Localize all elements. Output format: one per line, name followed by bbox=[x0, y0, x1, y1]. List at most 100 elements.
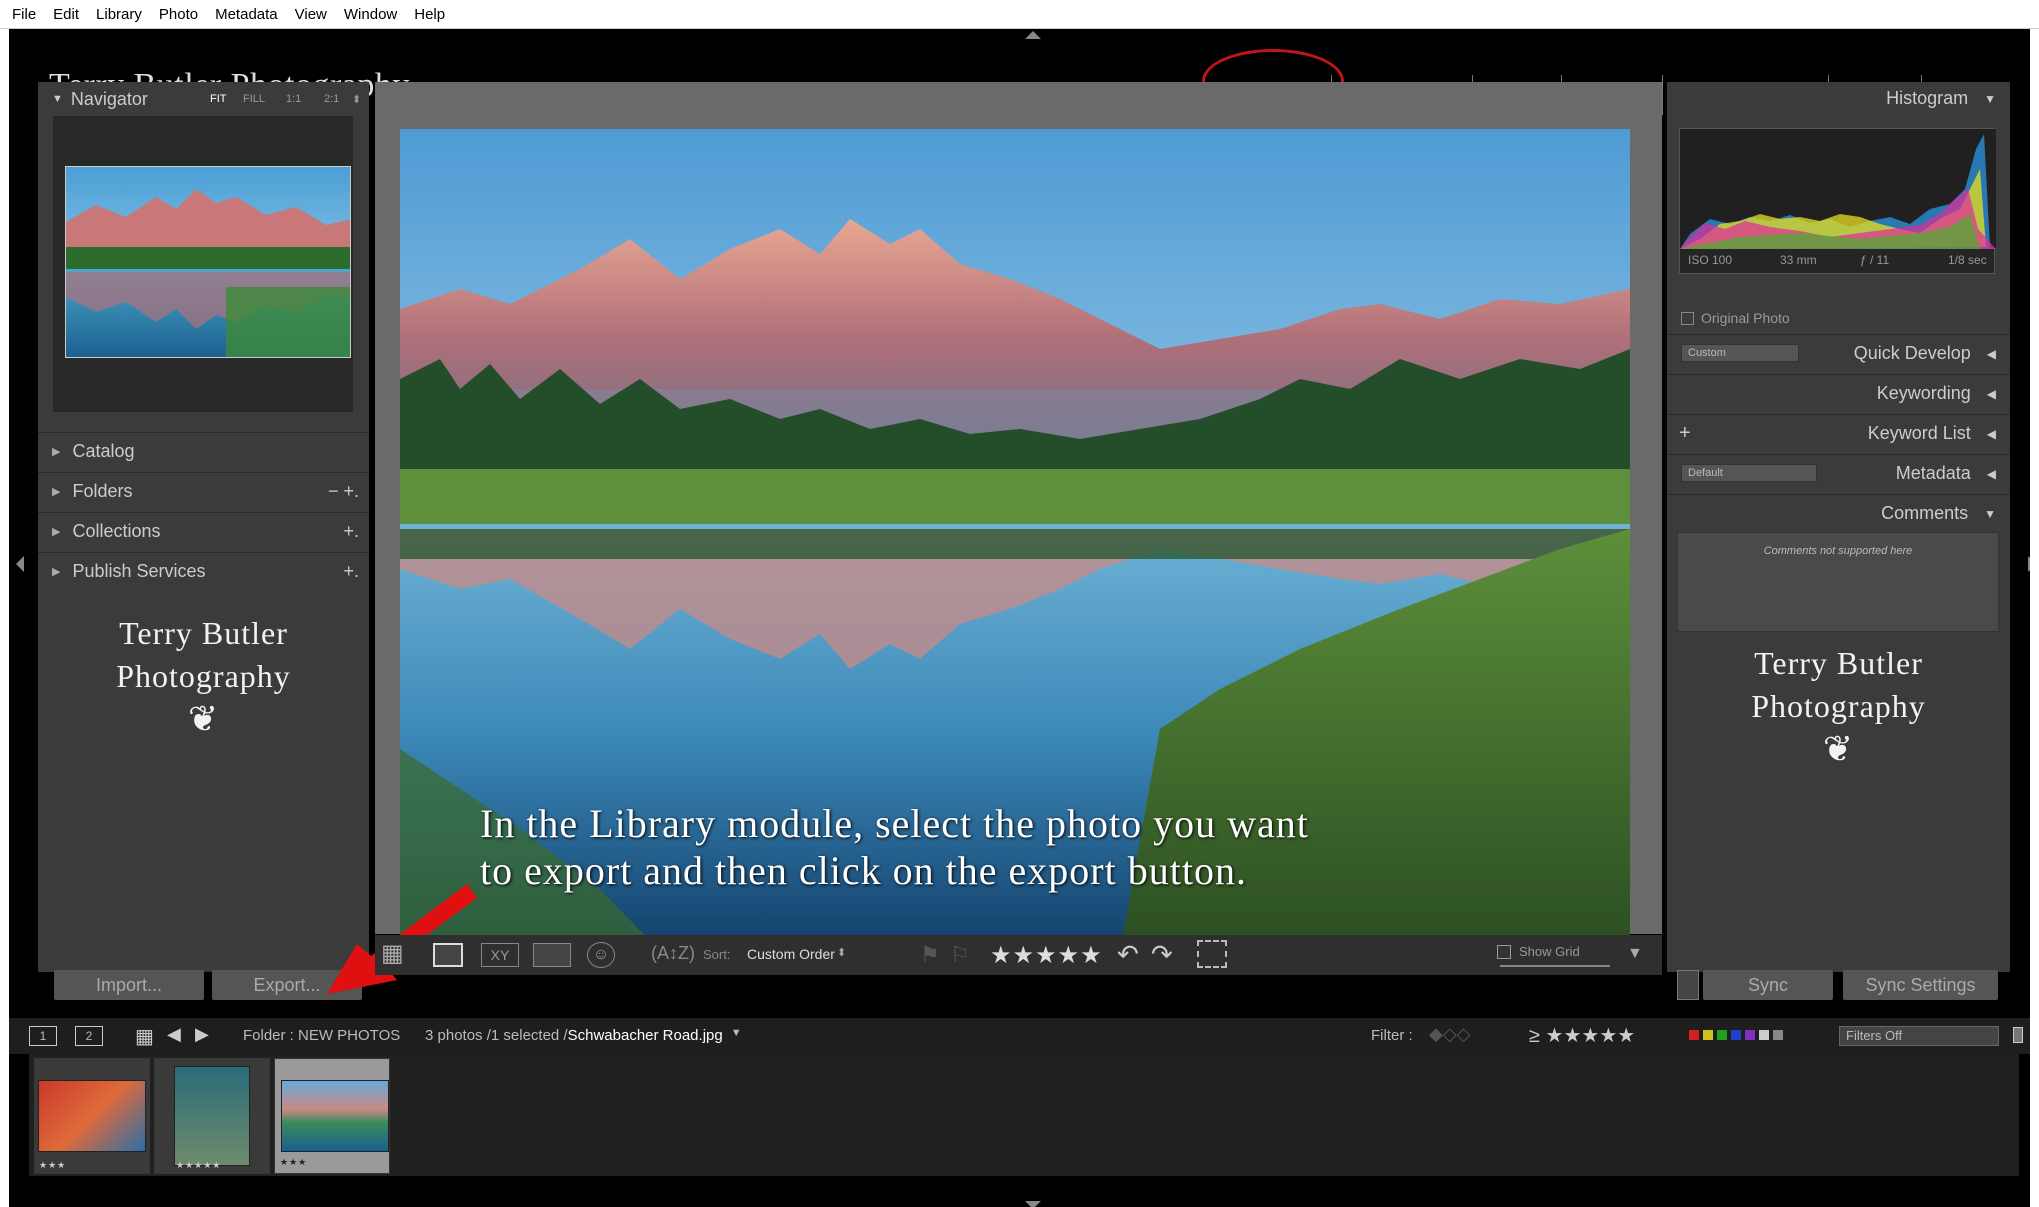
import-button[interactable]: Import... bbox=[54, 970, 204, 1000]
thumbnail-rating: ★★★ bbox=[280, 1157, 308, 1167]
navigator-thumbnail[interactable] bbox=[65, 166, 351, 358]
section-label: Catalog bbox=[72, 441, 135, 461]
grid-size-slider[interactable] bbox=[1500, 965, 1610, 967]
logo-icon: ❦ bbox=[1822, 729, 1855, 769]
menu-window[interactable]: Window bbox=[344, 6, 397, 23]
navigator-thumbnail-image bbox=[66, 167, 350, 357]
purple-label-icon[interactable] bbox=[1745, 1030, 1755, 1040]
collections-add[interactable]: +. bbox=[343, 521, 359, 542]
grid-view-icon[interactable]: ▦ bbox=[135, 1024, 154, 1049]
navigator-header[interactable]: ▼ Navigator FIT FILL 1:1 2:1 ⬍ bbox=[38, 82, 369, 116]
navigator-title: Navigator bbox=[70, 88, 148, 109]
filter-lock-icon[interactable] bbox=[2013, 1027, 2023, 1043]
keyword-list-header[interactable]: + Keyword List ◀ bbox=[1667, 414, 2010, 452]
flag-icon[interactable]: ⚑ bbox=[920, 942, 940, 968]
filmstrip-thumbnail-selected[interactable]: ★★★ bbox=[274, 1058, 390, 1174]
menu-metadata[interactable]: Metadata bbox=[215, 6, 278, 23]
thumbnail-rating: ★★★ bbox=[39, 1160, 67, 1170]
loupe-view-icon[interactable] bbox=[433, 943, 463, 967]
blue-label-icon[interactable] bbox=[1731, 1030, 1741, 1040]
watermark-line1: Terry Butler bbox=[119, 615, 288, 651]
bottom-panel-toggle-icon[interactable] bbox=[1025, 1201, 1041, 1207]
expand-left-icon: ◀ bbox=[1986, 426, 1996, 441]
caption-line2: to export and then click on the export b… bbox=[480, 848, 1247, 893]
star-rating[interactable]: ★★★★★ bbox=[990, 941, 1103, 970]
filmstrip-thumbnail[interactable]: ★★★★★ bbox=[154, 1058, 270, 1174]
library-toolbar: ▦ XY ☺ (A↕Z) Sort: Custom Order ⬍ ⚑ ⚐ ★★… bbox=[375, 935, 1662, 975]
histogram-header[interactable]: Histogram ▼ bbox=[1886, 88, 1996, 109]
menu-help[interactable]: Help bbox=[414, 6, 445, 23]
folders-actions[interactable]: − +. bbox=[328, 481, 359, 502]
right-panel-toggle-icon[interactable] bbox=[2028, 556, 2030, 572]
show-grid-label: Show Grid bbox=[1519, 944, 1580, 959]
yellow-label-icon[interactable] bbox=[1703, 1030, 1713, 1040]
selected-filename[interactable]: Schwabacher Road.jpg bbox=[568, 1027, 723, 1044]
menu-library[interactable]: Library bbox=[96, 6, 142, 23]
filename-dropdown-icon[interactable]: ▼ bbox=[731, 1027, 742, 1044]
menu-edit[interactable]: Edit bbox=[53, 6, 79, 23]
sort-stepper-icon[interactable]: ⬍ bbox=[837, 946, 846, 959]
crop-overlay-icon[interactable] bbox=[1197, 940, 1227, 968]
keywording-header[interactable]: Keywording ◀ bbox=[1667, 374, 2010, 412]
histogram-title: Histogram bbox=[1886, 88, 1969, 108]
zoom-1-1[interactable]: 1:1 bbox=[286, 93, 301, 105]
zoom-2-1[interactable]: 2:1 bbox=[324, 93, 339, 105]
window-2-button[interactable]: 2 bbox=[75, 1026, 103, 1046]
sort-label: Sort: bbox=[703, 947, 731, 962]
auto-sync-toggle[interactable] bbox=[1677, 970, 1699, 1000]
sync-settings-button[interactable]: Sync Settings bbox=[1843, 970, 1998, 1000]
back-arrow-icon[interactable]: ◀ bbox=[167, 1024, 181, 1045]
green-label-icon[interactable] bbox=[1717, 1030, 1727, 1040]
top-panel-toggle-icon[interactable] bbox=[1025, 31, 1041, 39]
color-label-filter[interactable] bbox=[1689, 1030, 1783, 1040]
folders-section[interactable]: ▶ Folders − +. bbox=[38, 472, 369, 510]
zoom-stepper-icon[interactable]: ⬍ bbox=[352, 93, 361, 106]
rotate-right-icon[interactable]: ↷ bbox=[1151, 939, 1173, 970]
filters-preset-select[interactable]: Filters Off bbox=[1839, 1026, 1999, 1046]
left-panel-toggle-icon[interactable] bbox=[16, 556, 24, 572]
filmstrip: ★★★ ★★★★★ ★★★ bbox=[29, 1054, 2019, 1176]
metadata-preset-select[interactable]: Default bbox=[1681, 464, 1817, 482]
menu-file[interactable]: File bbox=[12, 6, 36, 23]
expand-icon: ▶ bbox=[52, 526, 61, 538]
forward-arrow-icon[interactable]: ▶ bbox=[195, 1024, 209, 1045]
filmstrip-thumbnail[interactable]: ★★★ bbox=[34, 1058, 150, 1174]
custom-label-icon[interactable] bbox=[1759, 1030, 1769, 1040]
zoom-fit[interactable]: FIT bbox=[210, 93, 227, 105]
grid-view-icon[interactable]: ▦ bbox=[381, 941, 417, 967]
expand-icon: ▶ bbox=[52, 486, 61, 498]
catalog-section[interactable]: ▶ Catalog bbox=[38, 432, 369, 470]
rotate-left-icon[interactable]: ↶ bbox=[1117, 939, 1139, 970]
sort-select[interactable]: Custom Order bbox=[747, 946, 835, 962]
sync-button[interactable]: Sync bbox=[1703, 970, 1833, 1000]
compare-view-icon[interactable]: XY bbox=[481, 943, 519, 967]
red-label-icon[interactable] bbox=[1689, 1030, 1699, 1040]
reject-flag-icon[interactable]: ⚐ bbox=[950, 942, 970, 968]
collections-section[interactable]: ▶ Collections +. bbox=[38, 512, 369, 550]
no-label-icon[interactable] bbox=[1773, 1030, 1783, 1040]
expand-left-icon: ◀ bbox=[1986, 466, 1996, 481]
watermark-line2: Photography bbox=[1751, 688, 1926, 724]
toolbar-menu-chevron-down-icon[interactable]: ▼ bbox=[1627, 945, 1643, 963]
people-view-icon[interactable]: ☺ bbox=[587, 942, 615, 968]
zoom-fill[interactable]: FILL bbox=[243, 93, 265, 105]
window-1-button[interactable]: 1 bbox=[29, 1026, 57, 1046]
sort-direction-icon[interactable]: (A↕Z) bbox=[651, 943, 695, 964]
comments-header[interactable]: Comments ▼ bbox=[1667, 494, 2010, 532]
section-label: Publish Services bbox=[72, 561, 206, 581]
menu-photo[interactable]: Photo bbox=[159, 6, 198, 23]
show-grid-checkbox[interactable] bbox=[1497, 945, 1511, 959]
rating-filter[interactable]: ≥ ★★★★★ bbox=[1529, 1023, 1635, 1048]
collapse-icon: ▼ bbox=[1984, 91, 1996, 106]
original-photo-checkbox[interactable] bbox=[1681, 312, 1694, 325]
survey-view-icon[interactable] bbox=[533, 943, 571, 967]
comments-note: Comments not supported here bbox=[1763, 545, 1913, 557]
quick-develop-preset-select[interactable]: Custom bbox=[1681, 344, 1799, 362]
add-keyword-plus-icon[interactable]: + bbox=[1679, 422, 1691, 445]
menu-view[interactable]: View bbox=[295, 6, 327, 23]
flag-filter-icon[interactable]: ◆◇◇ bbox=[1429, 1024, 1471, 1045]
publish-services-section[interactable]: ▶ Publish Services +. bbox=[38, 552, 369, 590]
publish-add[interactable]: +. bbox=[343, 561, 359, 582]
folder-source[interactable]: Folder : NEW PHOTOS bbox=[243, 1027, 400, 1044]
watermark-line2: Photography bbox=[116, 658, 291, 694]
